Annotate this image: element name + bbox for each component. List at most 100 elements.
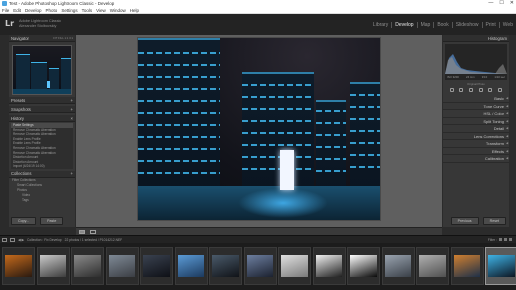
module-map[interactable]: Map xyxy=(416,22,434,28)
thumb-neon-arcade xyxy=(246,254,274,278)
section-calibration[interactable]: Calibration xyxy=(443,155,509,163)
thumb-night-shore xyxy=(143,254,170,278)
navigator-header[interactable]: Navigator FIT FILL 1:1 3:1 xyxy=(9,35,75,42)
flag-filter-icon[interactable] xyxy=(499,238,502,241)
histogram[interactable]: ISO 3200 24 mm f/4.0 1/10 sec xyxy=(445,44,507,80)
building-left xyxy=(138,38,220,198)
identity-text: Adobe Lightroom Classic Alexander Stolbo… xyxy=(19,19,61,28)
maximize-button[interactable]: ☐ xyxy=(499,0,503,7)
filmstrip-cell[interactable] xyxy=(36,247,70,285)
minimize-button[interactable]: — xyxy=(488,0,493,7)
filmstrip-cell[interactable] xyxy=(485,247,516,285)
thumb-circle-lights xyxy=(350,254,377,278)
filmstrip-cell[interactable] xyxy=(174,247,208,285)
star-filter-icon[interactable] xyxy=(504,238,507,241)
right-panel-buttons: Previous Reset xyxy=(450,217,506,225)
original-photo-label: Original Photo xyxy=(467,82,485,86)
left-panel-edge[interactable] xyxy=(0,35,9,227)
section-tone-curve[interactable]: Tone Curve xyxy=(443,103,509,110)
before-after-icon[interactable] xyxy=(90,229,96,234)
module-library[interactable]: Library xyxy=(370,22,391,28)
module-develop[interactable]: Develop xyxy=(391,22,416,28)
section-lens-corrections[interactable]: Lens Corrections xyxy=(443,133,509,140)
paste-button[interactable]: Paste xyxy=(40,217,64,225)
menu-help[interactable]: Help xyxy=(130,7,139,14)
left-panel: Navigator FIT FILL 1:1 3:1 Presets + Sna… xyxy=(9,35,75,227)
section-basic[interactable]: Basic xyxy=(443,95,509,103)
section-hsl[interactable]: HSL / Color xyxy=(443,110,509,118)
building-right-small xyxy=(316,100,346,200)
menu-file[interactable]: File xyxy=(2,7,9,14)
lightbox-kiosk xyxy=(280,150,294,190)
menu-window[interactable]: Window xyxy=(110,7,126,14)
navigator-preview[interactable] xyxy=(12,45,72,95)
module-web[interactable]: Web xyxy=(498,22,516,28)
close-button[interactable]: ✕ xyxy=(510,0,514,7)
crop-tool-icon[interactable] xyxy=(449,88,454,92)
module-slideshow[interactable]: Slideshow xyxy=(451,22,482,28)
thumb-orange-crowd xyxy=(453,254,481,278)
add-collection-icon[interactable]: + xyxy=(71,171,73,176)
identity-line-1: Adobe Lightroom Classic xyxy=(19,19,62,23)
menu-tools[interactable]: Tools xyxy=(82,7,93,14)
filmstrip-filter[interactable]: Filter : xyxy=(488,238,512,242)
radial-filter-icon[interactable] xyxy=(488,88,493,92)
grid-view-icon[interactable] xyxy=(10,237,15,242)
menu-photo[interactable]: Photo xyxy=(46,7,58,14)
collections-header[interactable]: Collections + xyxy=(9,170,75,178)
section-detail[interactable]: Detail xyxy=(443,125,509,133)
menu-settings[interactable]: Settings xyxy=(61,7,77,14)
filmstrip-cell[interactable] xyxy=(2,247,35,285)
adjustment-brush-icon[interactable] xyxy=(498,88,503,92)
collections-label: Collections xyxy=(11,171,32,177)
section-transform[interactable]: Transform xyxy=(443,140,509,148)
graduated-filter-icon[interactable] xyxy=(478,88,483,92)
menu-edit[interactable]: Edit xyxy=(13,7,21,14)
second-window-icon[interactable] xyxy=(2,237,7,242)
close-icon[interactable]: × xyxy=(71,116,73,121)
history-item[interactable]: Import (6/24/19 14:00) xyxy=(11,164,73,169)
develop-tool-strip xyxy=(443,87,509,93)
filmstrip-cell[interactable] xyxy=(312,247,346,285)
section-split-toning[interactable]: Split Toning xyxy=(443,118,509,125)
histogram-header[interactable]: Histogram xyxy=(443,35,509,42)
snapshots-header[interactable]: Snapshots + xyxy=(9,106,75,113)
spot-removal-icon[interactable] xyxy=(459,88,464,92)
navigator-zoom[interactable]: FIT FILL 1:1 3:1 xyxy=(53,36,73,40)
filmstrip-cell[interactable] xyxy=(450,247,484,285)
section-effects[interactable]: Effects xyxy=(443,148,509,155)
color-filter-icon[interactable] xyxy=(509,238,512,241)
module-print[interactable]: Print xyxy=(481,22,499,28)
loupe-view-icon[interactable] xyxy=(79,229,85,234)
filmstrip-source[interactable]: Collection : Fix Develop xyxy=(27,238,62,242)
collection-item[interactable]: Tags xyxy=(9,198,75,203)
copy-button[interactable]: Copy... xyxy=(11,217,37,225)
menu-view[interactable]: View xyxy=(96,7,106,14)
filmstrip-cell[interactable] xyxy=(347,247,380,285)
red-eye-icon[interactable] xyxy=(469,88,474,92)
collections-list: Filter Collections Smart Collections Pho… xyxy=(9,178,75,203)
filmstrip-cell[interactable] xyxy=(381,247,415,285)
back-forward-icon[interactable]: ◀ ▶ xyxy=(18,238,24,242)
filmstrip-cell[interactable] xyxy=(105,247,139,285)
thumb-gray-street xyxy=(419,254,446,278)
identity-line-2: Alexander Stolbovskiy xyxy=(19,23,57,28)
presets-header[interactable]: Presets + xyxy=(9,97,75,104)
module-book[interactable]: Book xyxy=(433,22,451,28)
lightroom-logo: Lr xyxy=(5,19,15,28)
main-photo[interactable] xyxy=(137,37,381,221)
previous-button[interactable]: Previous xyxy=(450,217,479,225)
filmstrip-cell[interactable] xyxy=(243,247,277,285)
filmstrip-cell[interactable] xyxy=(278,247,311,285)
thumb-bw-figure xyxy=(315,254,343,278)
filmstrip-cell[interactable] xyxy=(416,247,449,285)
filmstrip-cell[interactable] xyxy=(71,247,104,285)
history-header[interactable]: History × xyxy=(9,115,75,122)
menu-develop[interactable]: Develop xyxy=(25,7,42,14)
reset-button[interactable]: Reset xyxy=(482,217,506,225)
filmstrip-cell[interactable] xyxy=(140,247,173,285)
presets-label: Presets xyxy=(11,97,26,103)
histogram-info: ISO 3200 24 mm f/4.0 1/10 sec xyxy=(447,75,505,79)
filmstrip-cell[interactable] xyxy=(209,247,242,285)
right-panel-edge[interactable] xyxy=(509,35,516,227)
